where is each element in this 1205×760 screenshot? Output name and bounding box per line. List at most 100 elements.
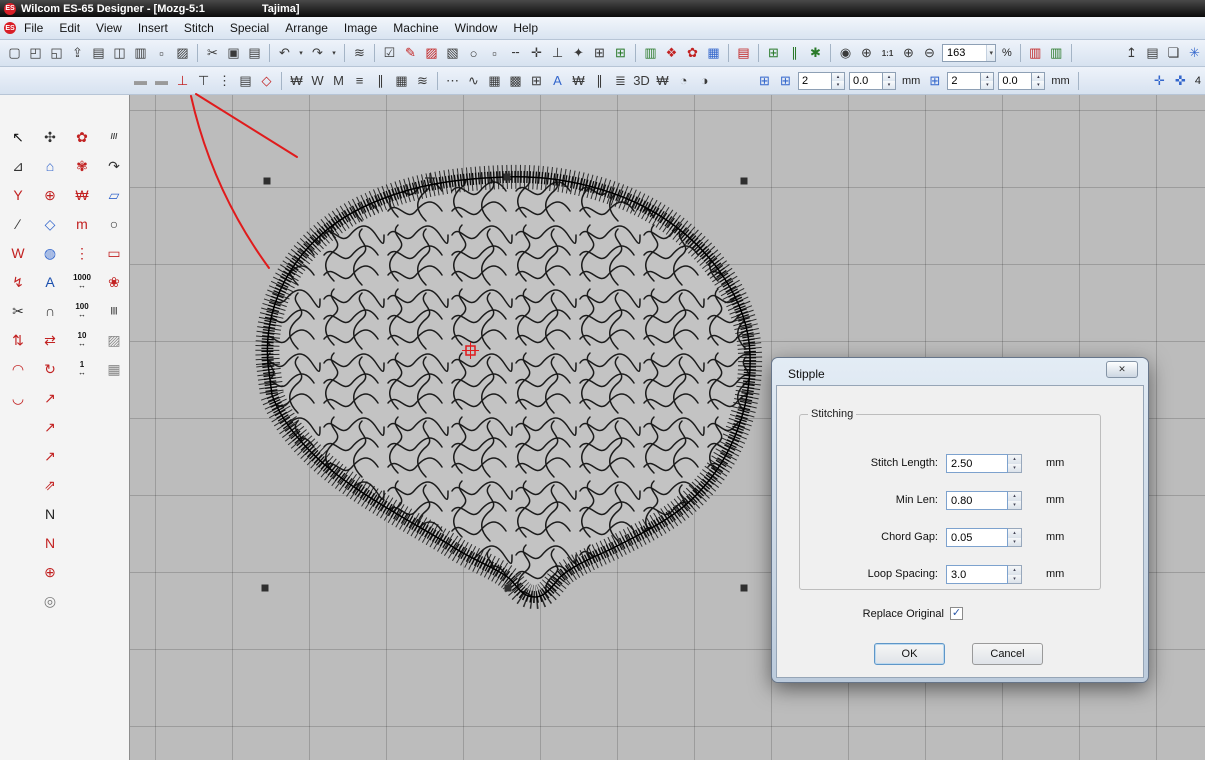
select-object-tool-icon[interactable]: ↖ [5,125,31,149]
replace-original-checkbox[interactable]: ✓ [950,607,963,620]
auto-digitize-icon[interactable]: ☑ [380,43,399,63]
run-stitch-tool-2-icon[interactable]: ↗ [37,444,63,468]
digitize-tool-icon[interactable]: ✎ [401,43,420,63]
menu-edit[interactable]: Edit [51,18,88,38]
selection-handle[interactable] [741,585,748,592]
lettering-tool-icon[interactable]: A [37,270,63,294]
run-stitch-icon[interactable]: ≡ [350,71,369,91]
zoom-scale-1-icon[interactable]: 1 ↔ [69,357,95,381]
grid-snap-2-icon[interactable]: ⊞ [925,71,944,91]
reverse-stitch-tool-icon[interactable]: ⇅ [5,328,31,352]
menu-insert[interactable]: Insert [130,18,176,38]
grid-offset-x[interactable]: 0.0▴▾ [849,72,896,90]
background-setup-icon[interactable]: ▥ [1047,43,1066,63]
ok-button[interactable]: OK [874,643,945,665]
color-film-icon[interactable]: ∥ [785,43,804,63]
motif-tool-icon[interactable]: ✿ [683,43,702,63]
app-menu-icon[interactable]: ES [4,22,16,34]
menu-help[interactable]: Help [505,18,546,38]
dashed-line-tool-icon[interactable]: ╌ [506,43,525,63]
grid-spacing-y-spinner[interactable]: ▴▾ [981,72,994,90]
prev-object-icon[interactable]: ▬ [131,71,150,91]
object-motif-tool-icon[interactable]: ❀ [101,270,127,294]
min-len-input[interactable] [946,491,1008,510]
chord-gap-input[interactable] [946,528,1008,547]
color-objects-icon[interactable]: ❖ [662,43,681,63]
motif-run-icon[interactable]: ⋯ [443,71,462,91]
cancel-button[interactable]: Cancel [972,643,1043,665]
grid-show-icon[interactable]: ⊞ [755,71,774,91]
pentagon-tool-icon[interactable]: ⌂ [37,154,63,178]
swap-tool-icon[interactable]: ⇄ [37,328,63,352]
es-document-icon[interactable]: ▤ [734,43,753,63]
center-point-tool-icon[interactable]: ⊕ [37,560,63,584]
ring-fill-icon[interactable]: ◑ [695,71,714,91]
grid-snap-icon[interactable]: ⊞ [776,71,795,91]
stitch-angle-tool-icon[interactable]: ↗ [37,386,63,410]
outline-design-icon[interactable]: ◇ [257,71,276,91]
chevron-down-icon[interactable]: ▾ [986,45,995,61]
jump-stitches-icon[interactable]: ⋮ [215,71,234,91]
wave-fill-icon[interactable]: ≋ [413,71,432,91]
fan-tool-icon[interactable]: ◠ [5,357,31,381]
undo-history-icon[interactable]: ▾ [296,43,306,63]
stitch-length-input[interactable] [946,454,1008,473]
columns-tool-icon[interactable]: ||| [101,299,127,323]
menu-stitch[interactable]: Stitch [176,18,222,38]
grid-spacing-x-spinner[interactable]: ▴▾ [832,72,845,90]
loop-spacing-input[interactable] [946,565,1008,584]
grid-spacing-x[interactable]: 2▴▾ [798,72,845,90]
design-wizard-icon[interactable]: ▨ [173,43,192,63]
close-icon[interactable]: ✕ [1106,361,1138,378]
cross-stitch-icon[interactable]: ▩ [506,71,525,91]
loop-spacing-spinner[interactable]: ▴▾ [1008,565,1022,584]
crosshair-tool-icon[interactable]: ✛ [527,43,546,63]
satin-column-tool-icon[interactable]: ₩ [69,183,95,207]
3d-warp-icon[interactable]: 3D [632,71,651,91]
lettering-icon[interactable]: A [548,71,567,91]
options-icon[interactable]: ✳ [1185,43,1204,63]
zoom-tool-icon[interactable]: ◉ [836,43,855,63]
stitch-length-spinner[interactable]: ▴▾ [1008,454,1022,473]
shape-tool-icon[interactable]: ◇ [37,212,63,236]
m-stitch-tool-icon[interactable]: m [69,212,95,236]
selection-handle[interactable] [504,174,511,181]
copy-icon[interactable]: ▣ [224,43,243,63]
print-to-embroidery-icon[interactable]: ▥ [131,43,150,63]
fill-red-icon[interactable]: ▨ [422,43,441,63]
menu-special[interactable]: Special [222,18,277,38]
marker-tool-icon[interactable]: ✦ [569,43,588,63]
zoom-in-icon[interactable]: ⊕ [899,43,918,63]
zoom-level-combo[interactable]: 163▾ [942,44,996,62]
menu-machine[interactable]: Machine [385,18,446,38]
design-properties-icon[interactable]: ✱ [806,43,825,63]
next-object-icon[interactable]: ▬ [152,71,171,91]
tie-off-icon[interactable]: ⊤ [194,71,213,91]
tatami-fill-icon[interactable]: ▦ [392,71,411,91]
motif-wave-icon[interactable]: ∿ [464,71,483,91]
column-fill-icon[interactable]: ∥ [371,71,390,91]
stipple-dialog[interactable]: Stipple ✕ Stitching Stitch Length:▴▾mmMi… [772,358,1148,682]
pattern-a-tool-icon[interactable]: ▨ [101,328,127,352]
paste-icon[interactable]: ▤ [245,43,264,63]
reshape-tool-icon[interactable]: ✣ [37,125,63,149]
zoom-scale-10-icon[interactable]: 10 ↔ [69,328,95,352]
print-icon[interactable]: ▤ [89,43,108,63]
cut-icon[interactable]: ✂ [203,43,222,63]
selection-handle[interactable] [741,178,748,185]
thread-colors-icon[interactable]: ▥ [1026,43,1045,63]
hatch-tool-icon[interactable]: /// [101,125,127,149]
design-worksheet-icon[interactable]: ▤ [1143,43,1162,63]
open-design-icon[interactable]: ◰ [26,43,45,63]
zigzag-stitch-icon[interactable]: M [329,71,348,91]
sprout-tool-icon[interactable]: ✾ [69,154,95,178]
send-to-machine-icon[interactable]: ▫ [152,43,171,63]
zoom-box-icon[interactable]: ⊕ [857,43,876,63]
ellipse-select-icon[interactable]: ○ [464,43,483,63]
zigzag-input-tool-icon[interactable]: W [5,241,31,265]
satin-raised-icon[interactable]: W [308,71,327,91]
satin-stitch-icon[interactable]: ₩ [287,71,306,91]
column-dots-tool-icon[interactable]: ⋮ [69,241,95,265]
grid-table-add-icon[interactable]: ⊞ [611,43,630,63]
monogram-tool-icon[interactable]: ∩ [37,299,63,323]
